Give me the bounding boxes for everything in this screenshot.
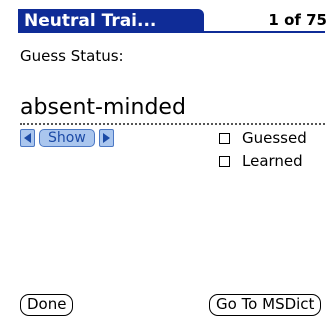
title-underline: [18, 31, 325, 33]
right-triangle-icon: [103, 133, 111, 143]
learned-checkbox[interactable]: Learned: [219, 152, 303, 170]
guessed-label: Guessed: [242, 129, 307, 147]
checkbox-box[interactable]: [219, 155, 230, 167]
app-title: Neutral Trai...: [24, 11, 157, 31]
word-dotted-divider: [20, 123, 325, 125]
go-to-msdict-button[interactable]: Go To MSDict: [209, 294, 322, 316]
checkbox-box[interactable]: [219, 132, 230, 144]
word-navigation: Show: [20, 127, 114, 149]
previous-button[interactable]: [20, 129, 35, 147]
left-triangle-icon: [23, 133, 31, 143]
learned-label: Learned: [242, 152, 303, 170]
vocabulary-word: absent-minded: [20, 95, 186, 120]
card-counter: 1 of 75: [268, 11, 327, 29]
title-bar[interactable]: Neutral Trai...: [18, 9, 204, 33]
guessed-checkbox[interactable]: Guessed: [219, 129, 307, 147]
guess-status-label: Guess Status:: [20, 47, 124, 65]
next-button[interactable]: [98, 129, 114, 147]
show-button[interactable]: Show: [39, 129, 95, 147]
done-button[interactable]: Done: [20, 294, 74, 316]
